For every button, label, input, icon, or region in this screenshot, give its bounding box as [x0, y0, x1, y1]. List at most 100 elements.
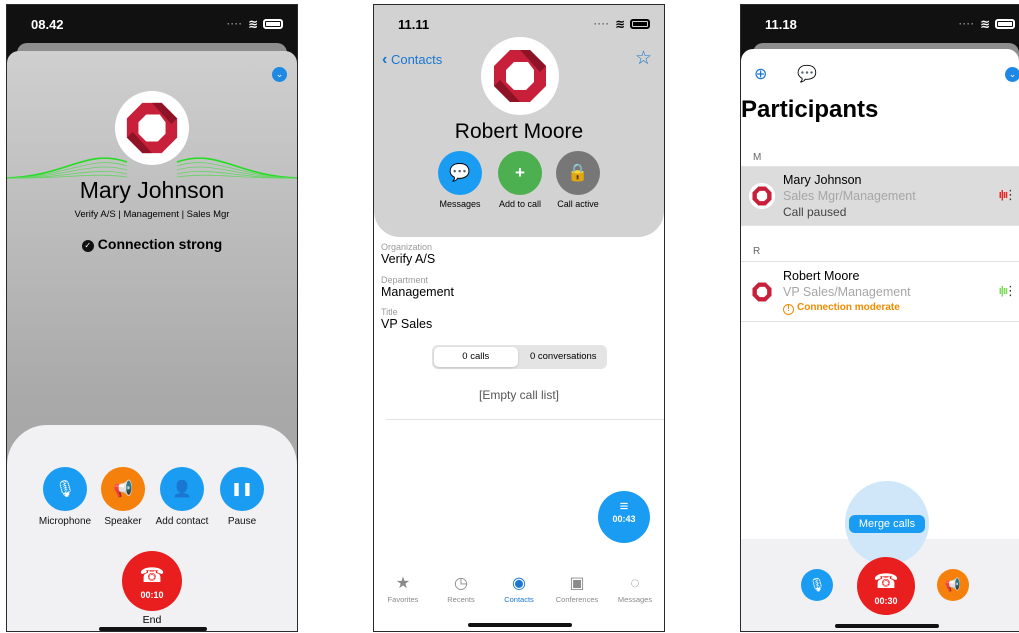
chevron-left-icon: ‹	[382, 51, 388, 68]
battery-icon	[630, 19, 650, 29]
clock-icon: ◷	[454, 575, 468, 592]
pause-label: Pause	[227, 516, 257, 527]
tab-favorites[interactable]: ★ Favorites	[374, 573, 432, 613]
end-call-button[interactable]: ☎ 00:30	[857, 557, 915, 615]
status-time: 11.18	[765, 17, 797, 32]
wifi-icon: ≋	[979, 17, 990, 31]
section-header-m: M	[753, 152, 762, 163]
more-options-icon[interactable]: ⋮	[1004, 187, 1017, 203]
wifi-icon: ≋	[614, 17, 625, 31]
company-logo-icon	[494, 50, 546, 102]
megaphone-icon: 📢	[101, 467, 145, 511]
company-logo-icon	[126, 102, 178, 154]
empty-call-list: [Empty call list]	[478, 388, 559, 402]
connection-label: Connection strong	[97, 236, 223, 252]
fab-timer: 00:43	[612, 514, 636, 524]
participants-screen: 11.18 ···· ≋ ⊕ 💬 ⌄ Participants M Mary J…	[740, 4, 1019, 632]
pause-button[interactable]: ❚❚ Pause	[217, 467, 267, 527]
pause-icon: ❚❚	[220, 467, 264, 511]
participant-name: Robert Moore	[783, 269, 860, 283]
tab-conferences[interactable]: ▣ Conferences	[548, 573, 606, 613]
lock-icon: 🔒	[556, 151, 600, 195]
participant-row[interactable]: Mary Johnson Sales Mgr/Management Call p…	[741, 167, 1019, 225]
megaphone-icon: 📢	[944, 577, 962, 592]
company-logo-icon	[752, 186, 772, 206]
participant-row[interactable]: Robert Moore VP Sales/Management ! Connec…	[741, 263, 1019, 321]
home-indicator	[99, 627, 207, 631]
favorite-star-icon[interactable]: ☆	[635, 47, 652, 70]
tab-contacts[interactable]: ◉ Contacts	[490, 573, 548, 613]
call-timer: 00:10	[140, 590, 164, 600]
contact-name: Robert Moore	[454, 120, 584, 143]
merge-calls-button[interactable]: Merge calls	[849, 515, 925, 533]
conference-icon: ▣	[569, 575, 585, 592]
add-participant-icon[interactable]: ⊕	[754, 64, 767, 84]
tab-recents[interactable]: ◷ Recents	[432, 573, 490, 613]
end-label: End	[142, 614, 162, 626]
chat-icon[interactable]: 💬	[797, 64, 817, 84]
participant-role: Sales Mgr/Management	[783, 189, 916, 203]
participant-status: Call paused	[783, 205, 847, 219]
divider	[741, 321, 1019, 322]
warning-icon: !	[783, 304, 794, 315]
signal-icon: ····	[593, 19, 610, 29]
home-indicator	[835, 624, 939, 628]
collapse-chevron-icon[interactable]: ⌄	[272, 67, 287, 82]
home-indicator	[468, 623, 572, 627]
menu-icon: ≡	[619, 498, 629, 515]
status-time: 11.11	[398, 17, 430, 32]
signal-icon: ····	[226, 19, 243, 29]
hang-up-icon: ☎	[873, 571, 899, 593]
caller-name: Mary Johnson	[79, 177, 225, 203]
messages-label: Messages	[439, 199, 481, 209]
speaker-button[interactable]: 📢	[937, 569, 969, 601]
messages-action[interactable]: 💬 Messages	[428, 151, 492, 209]
plus-icon: +	[498, 151, 542, 195]
star-icon: ★	[395, 575, 411, 592]
add-contact-button[interactable]: 👤 Add contact	[149, 467, 215, 527]
calls-segment[interactable]: 0 calls	[434, 347, 518, 367]
more-options-icon[interactable]: ⋮	[1004, 283, 1017, 299]
call-timer: 00:30	[874, 596, 898, 606]
participant-name: Mary Johnson	[783, 173, 862, 187]
participant-avatar	[749, 279, 775, 305]
section-header-r: R	[753, 246, 761, 257]
wifi-icon: ≋	[247, 17, 258, 31]
status-bar: 08.42 ···· ≋	[7, 5, 297, 45]
microphone-label: Microphone	[38, 516, 92, 527]
add-to-call-label: Add to call	[498, 199, 542, 209]
microphone-icon: 🎙	[43, 467, 87, 511]
divider	[741, 261, 1019, 262]
speaker-label: Speaker	[104, 516, 142, 527]
tab-bar: ★ Favorites ◷ Recents ◉ Contacts ▣ Confe…	[374, 573, 664, 613]
back-button[interactable]: ‹ Contacts	[382, 51, 442, 69]
end-call-button[interactable]: ☎ 00:10	[122, 551, 182, 611]
add-contact-label: Add contact	[155, 516, 209, 527]
tab-messages[interactable]: ◌ Messages	[606, 573, 664, 613]
participant-status-label: Connection moderate	[797, 302, 900, 313]
status-bar: 11.18 ···· ≋	[741, 5, 1019, 45]
conversations-segment[interactable]: 0 conversations	[522, 347, 606, 367]
connection-status: ✓ Connection strong	[7, 236, 297, 252]
contact-detail-screen: 11.11 ···· ≋ ‹ Contacts ☆ Robert Moore 💬…	[373, 4, 665, 632]
microphone-button[interactable]: 🎙	[801, 569, 833, 601]
hang-up-icon: ☎	[139, 565, 165, 587]
speaker-button[interactable]: 📢 Speaker	[99, 467, 147, 527]
signal-icon: ····	[958, 19, 975, 29]
participant-role: VP Sales/Management	[783, 285, 911, 299]
call-menu-fab[interactable]: ≡ 00:43	[598, 491, 650, 543]
collapse-chevron-icon[interactable]: ⌄	[1005, 67, 1019, 82]
chat-bubble-icon: 💬	[438, 151, 482, 195]
microphone-button[interactable]: 🎙 Microphone	[29, 467, 101, 527]
microphone-icon: 🎙	[808, 577, 826, 592]
call-active-action[interactable]: 🔒 Call active	[546, 151, 610, 209]
call-active-label: Call active	[557, 199, 599, 209]
battery-icon	[995, 19, 1015, 29]
in-call-screen: 08.42 ···· ≋ ⌄ Mary Johnson Verify A/S |…	[6, 4, 298, 632]
history-segmented-control: 0 calls 0 conversations	[432, 345, 607, 369]
add-to-call-action[interactable]: + Add to call	[488, 151, 552, 209]
caller-avatar	[115, 91, 189, 165]
back-label: Contacts	[390, 52, 443, 67]
department-field: Department Management	[381, 275, 454, 299]
check-icon: ✓	[81, 240, 94, 252]
